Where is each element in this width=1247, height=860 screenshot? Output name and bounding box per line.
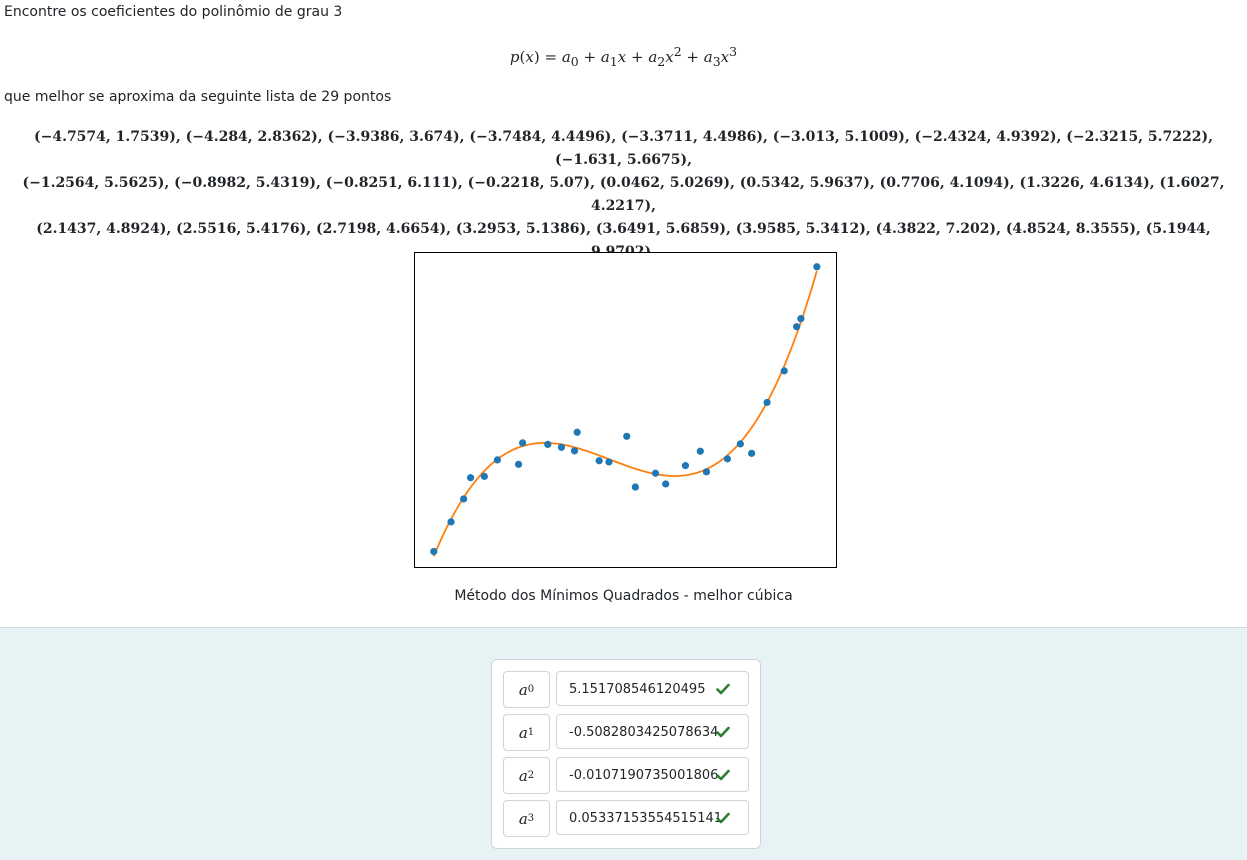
point-item: (4.8524, 8.3555) [1005, 221, 1136, 237]
check-icon [716, 812, 730, 824]
coefficient-letter: a [518, 766, 528, 785]
coefficient-subscript: 1 [527, 727, 535, 738]
coefficient-label: a1 [503, 714, 550, 751]
coefficient-value: -0.0107190735001806 [569, 768, 719, 783]
coefficient-letter: a [518, 680, 528, 699]
point-item: (−0.2218, 5.07) [467, 175, 591, 191]
data-point [573, 428, 581, 436]
data-point [702, 468, 711, 476]
point-item: (−3.7484, 4.4496) [469, 129, 612, 145]
data-point [570, 447, 579, 455]
data-point [595, 457, 603, 465]
data-point [651, 469, 660, 477]
coefficient-letter: a [518, 723, 528, 742]
data-point [662, 480, 670, 488]
coefficient-value: -0.5082803425078634 [569, 725, 719, 740]
coefficient-input[interactable]: 0.05337153554515141 [556, 800, 749, 835]
point-item: (0.7706, 4.1094) [879, 175, 1010, 191]
point-item: (−1.631, 5.6675) [554, 152, 688, 168]
data-point [723, 455, 732, 463]
polynomial-formula: p(x) = a0 + a1x + a2x2 + a3x3 [509, 44, 738, 69]
points-intro: que melhor se aproxima da seguinte lista… [4, 89, 392, 105]
data-point [681, 462, 690, 470]
point-item: (3.6491, 5.6859) [595, 221, 726, 237]
point-item: (0.0462, 5.0269) [599, 175, 730, 191]
coefficient-value: 0.05337153554515141 [569, 811, 723, 826]
data-point [493, 456, 501, 464]
chart-svg [414, 252, 837, 568]
coefficient-label: a3 [503, 800, 550, 837]
point-item: (0.5342, 5.9637) [739, 175, 870, 191]
check-icon [716, 683, 730, 695]
data-point [813, 263, 821, 271]
answer-area: a 0 5.151708546120495 a 1 -0.5082803425078634… [0, 627, 1247, 860]
data-point [696, 447, 704, 455]
point-item: (2.7198, 4.6654) [316, 221, 447, 237]
data-point [480, 472, 488, 480]
data-point [631, 483, 639, 491]
point-item: (−0.8982, 5.4319) [174, 175, 316, 191]
data-point [605, 458, 613, 466]
data-point [514, 460, 523, 468]
coefficient-subscript: 2 [527, 770, 535, 781]
point-item: (3.2953, 5.1386) [455, 221, 587, 237]
coefficient-subscript: 3 [527, 813, 535, 824]
point-item: (−3.3711, 4.4986) [621, 129, 763, 145]
point-item: (−1.2564, 5.5625) [22, 175, 165, 191]
data-point [557, 443, 566, 451]
data-point [466, 474, 475, 482]
coefficient-input[interactable]: -0.0107190735001806 [556, 757, 749, 792]
coefficient-subscript: 0 [527, 684, 535, 695]
least-squares-chart [414, 252, 837, 568]
point-item: (4.3822, 7.202) [875, 221, 997, 237]
data-point [430, 547, 438, 556]
chart-frame [414, 252, 837, 568]
point-item: (1.3226, 4.6134) [1019, 175, 1150, 191]
data-point [797, 315, 805, 323]
point-item: (−3.013, 5.1009) [772, 129, 905, 145]
data-point [544, 440, 552, 448]
point-item: (3.9585, 5.3412) [735, 221, 866, 237]
data-point [447, 518, 455, 526]
coefficient-label: a2 [503, 757, 550, 794]
point-item: (−0.8251, 6.111) [325, 175, 458, 191]
chart-caption: Método dos Mínimos Quadrados - melhor cú… [454, 588, 793, 604]
problem-intro: Encontre os coeficientes do polinômio de… [4, 4, 343, 20]
point-item: (−2.3215, 5.7222) [1066, 129, 1209, 145]
coefficient-label: a0 [503, 671, 550, 708]
data-point [748, 449, 756, 457]
answer-box: a 0 5.151708546120495 a 1 -0.5082803425078634… [491, 659, 761, 849]
data-point [519, 439, 527, 447]
data-point [460, 495, 468, 503]
check-icon [716, 726, 730, 738]
data-point [763, 398, 771, 407]
coefficient-input[interactable]: 5.151708546120495 [556, 671, 749, 706]
point-item: (−4.284, 2.8362) [185, 129, 318, 145]
data-point [793, 323, 801, 331]
point-item: (−3.9386, 3.674) [327, 129, 460, 145]
data-point [623, 432, 631, 440]
point-item: (−4.7574, 1.7539) [33, 129, 176, 145]
data-point [736, 440, 744, 448]
check-icon [716, 769, 730, 781]
coefficient-letter: a [518, 809, 528, 828]
point-item: (2.1437, 4.8924) [36, 221, 167, 237]
point-item: (−2.4324, 4.9392) [914, 129, 1057, 145]
coefficient-value: 5.151708546120495 [569, 682, 706, 697]
data-point [780, 367, 788, 375]
coefficient-input[interactable]: -0.5082803425078634 [556, 714, 749, 749]
point-item: (2.5516, 5.4176) [176, 221, 307, 237]
